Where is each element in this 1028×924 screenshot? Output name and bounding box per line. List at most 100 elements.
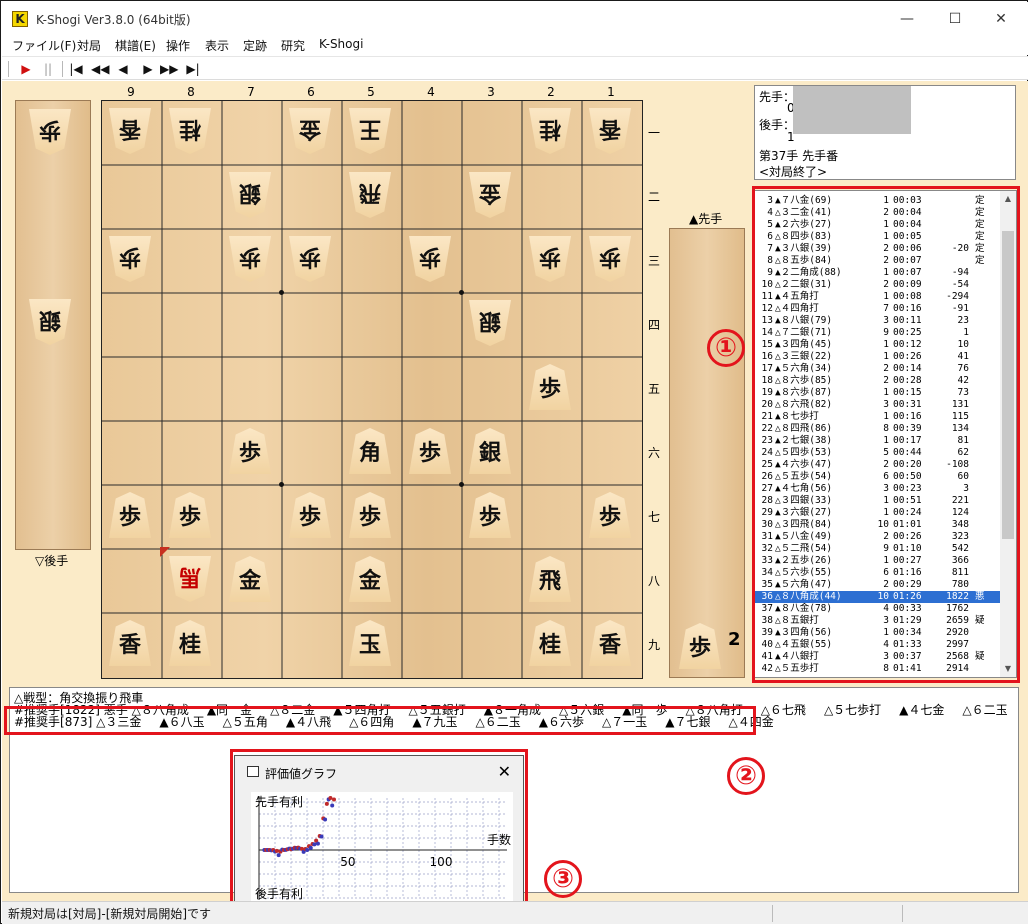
file-label: 7 <box>247 85 255 99</box>
board-piece[interactable]: 歩 <box>589 236 631 282</box>
menu-view[interactable]: 表示 <box>205 37 229 54</box>
menu-game[interactable]: 対局 <box>77 37 101 54</box>
player-info-panel: 先手： 0 後手： 1 第37手 先手番 <対局終了> <box>754 85 1016 180</box>
board-piece[interactable]: 歩 <box>109 236 151 282</box>
board-piece[interactable]: 歩 <box>289 236 331 282</box>
title-bar: K K-Shogi Ver3.8.0 (64bit版) — ☐ ✕ <box>2 2 1028 35</box>
menu-file[interactable]: ファイル(F) <box>12 37 76 54</box>
comment-move: △６二玉 <box>962 703 1008 717</box>
redacted-player-names <box>793 86 911 134</box>
board-piece[interactable]: 歩 <box>409 236 451 282</box>
gote-hand-piece[interactable]: 歩 <box>29 109 71 155</box>
pause-button-icon[interactable]: || <box>39 60 57 78</box>
board-piece[interactable]: 歩 <box>529 236 571 282</box>
last-move-icon[interactable]: ▶| <box>184 60 202 78</box>
status-divider <box>902 905 903 922</box>
board-piece[interactable]: 香 <box>589 620 631 666</box>
file-label: 6 <box>307 85 315 99</box>
menu-joseki[interactable]: 定跡 <box>243 37 267 54</box>
comment-move: △５七歩打 <box>823 703 882 717</box>
forward-one-icon[interactable]: ▶ <box>139 60 157 78</box>
rank-label: 三 <box>647 254 660 268</box>
board-piece[interactable]: 歩 <box>229 236 271 282</box>
window-title: K-Shogi Ver3.8.0 (64bit版) <box>36 13 191 27</box>
marker-2: ② <box>727 757 765 795</box>
board-piece[interactable]: 桂 <box>169 108 211 154</box>
board-piece[interactable]: 歩 <box>529 364 571 410</box>
maximize-button[interactable]: ☐ <box>932 6 978 32</box>
board-piece[interactable]: 馬 <box>169 556 211 602</box>
sente-hand-piece[interactable]: 歩 <box>679 623 721 669</box>
file-label: 2 <box>547 85 555 99</box>
comment-move: ▲４七金 <box>899 703 945 717</box>
board-piece[interactable]: 飛 <box>529 556 571 602</box>
board-piece[interactable]: 金 <box>229 556 271 602</box>
menu-kshogi[interactable]: K-Shogi <box>319 37 363 51</box>
rank-label: 八 <box>647 574 660 588</box>
board-piece[interactable]: 歩 <box>409 428 451 474</box>
move-status: 第37手 先手番 <box>759 149 839 163</box>
board-piece[interactable]: 角 <box>349 428 391 474</box>
rank-label: 七 <box>647 510 660 524</box>
board-piece[interactable]: 金 <box>349 556 391 602</box>
board-piece[interactable]: 香 <box>109 620 151 666</box>
file-label: 4 <box>427 85 435 99</box>
rank-label: 一 <box>647 126 660 140</box>
menu-bar: ファイル(F) 対局 棋譜(E) 操作 表示 定跡 研究 K-Shogi <box>2 35 1028 55</box>
forward-ten-icon[interactable]: ▶▶ <box>160 60 178 78</box>
star-point <box>279 482 284 487</box>
board-piece[interactable]: 金 <box>469 172 511 218</box>
rank-label: 九 <box>647 638 660 652</box>
app-icon: K <box>12 11 28 27</box>
marker-1: ① <box>707 329 745 367</box>
board-piece[interactable]: 歩 <box>229 428 271 474</box>
board-piece[interactable]: 香 <box>589 108 631 154</box>
board-piece[interactable]: 銀 <box>469 300 511 346</box>
menu-kifu[interactable]: 棋譜(E) <box>115 37 156 54</box>
board-piece[interactable]: 歩 <box>349 492 391 538</box>
board-piece[interactable]: 飛 <box>349 172 391 218</box>
game-status: <対局終了> <box>759 165 828 179</box>
rank-label: 六 <box>647 446 660 460</box>
close-button[interactable]: ✕ <box>978 6 1024 32</box>
rank-label: 四 <box>647 318 660 332</box>
play-button-icon[interactable]: ▶ <box>17 60 35 78</box>
status-text: 新規対局は[対局]-[新規対局開始]です <box>8 907 212 921</box>
board-piece[interactable]: 歩 <box>589 492 631 538</box>
first-move-icon[interactable]: |◀ <box>67 60 85 78</box>
board-piece[interactable]: 桂 <box>169 620 211 666</box>
annotation-box-kifu <box>752 186 1020 683</box>
back-ten-icon[interactable]: ◀◀ <box>91 60 109 78</box>
marker-3: ③ <box>544 860 582 898</box>
board-piece[interactable]: 玉 <box>349 620 391 666</box>
board-piece[interactable]: 桂 <box>529 108 571 154</box>
board-piece[interactable]: 香 <box>109 108 151 154</box>
sente-piece-stand[interactable] <box>669 228 745 678</box>
star-point <box>459 482 464 487</box>
board-piece[interactable]: 銀 <box>229 172 271 218</box>
file-label: 8 <box>187 85 195 99</box>
board-piece[interactable]: 王 <box>349 108 391 154</box>
file-label: 5 <box>367 85 375 99</box>
board-piece[interactable]: 歩 <box>109 492 151 538</box>
star-point <box>279 290 284 295</box>
board-piece[interactable]: 桂 <box>529 620 571 666</box>
gote-hand-piece[interactable]: 銀 <box>29 299 71 345</box>
board-piece[interactable]: 銀 <box>469 428 511 474</box>
board-piece[interactable]: 歩 <box>169 492 211 538</box>
board-piece[interactable]: 歩 <box>469 492 511 538</box>
toolbar-separator <box>8 61 9 77</box>
back-one-icon[interactable]: ◀ <box>114 60 132 78</box>
annotation-box-graph <box>230 749 528 919</box>
board-piece[interactable]: 歩 <box>289 492 331 538</box>
annotation-box-comment <box>4 706 756 735</box>
file-label: 3 <box>487 85 495 99</box>
star-point <box>459 290 464 295</box>
sente-hand-count: 2 <box>728 629 741 650</box>
rank-label: 五 <box>647 382 660 396</box>
board-piece[interactable]: 金 <box>289 108 331 154</box>
toolbar-separator <box>62 61 63 77</box>
minimize-button[interactable]: — <box>884 6 930 32</box>
menu-operation[interactable]: 操作 <box>166 37 190 54</box>
menu-research[interactable]: 研究 <box>281 37 305 54</box>
